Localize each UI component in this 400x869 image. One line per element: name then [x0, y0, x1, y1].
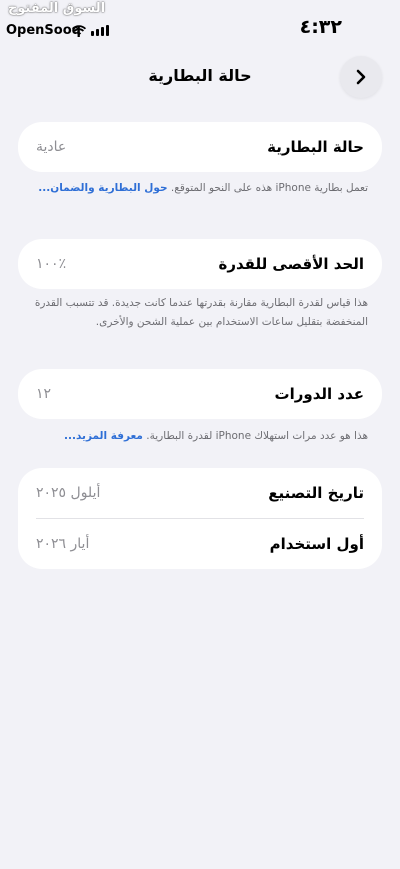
manufacture-date-value: أيلول ٢٠٢٥ [36, 485, 101, 501]
manufacture-date-row: تاريخ التصنيع أيلول ٢٠٢٥ [18, 468, 382, 518]
max-capacity-value: ٪١٠٠ [36, 256, 67, 272]
battery-dates-card: تاريخ التصنيع أيلول ٢٠٢٥ أول استخدام أيا… [18, 468, 382, 569]
navigation-bar: حالة البطارية [0, 52, 400, 100]
watermark-logo: OpenSooq [6, 23, 81, 38]
battery-health-description: تعمل بطارية iPhone هذه على النحو المتوقع… [170, 182, 368, 194]
battery-health-value: عادية [36, 139, 67, 155]
cycle-count-description: هذا هو عدد مرات استهلاك iPhone لقدرة الب… [146, 430, 368, 442]
max-capacity-row: الحد الأقصى للقدرة ٪١٠٠ [18, 239, 382, 289]
status-bar: ٤:٣٢ السوق المفتوح OpenSooq [0, 0, 400, 44]
battery-warranty-link[interactable]: حول البطارية والضمان... [38, 182, 167, 194]
max-capacity-card: الحد الأقصى للقدرة ٪١٠٠ [18, 239, 382, 289]
signal-icon [91, 25, 109, 36]
cycle-count-card: عدد الدورات ١٢ [18, 369, 382, 419]
page-title: حالة البطارية [148, 66, 252, 85]
battery-health-card: حالة البطارية عادية [18, 122, 382, 172]
cycle-count-value: ١٢ [36, 386, 52, 402]
battery-health-row: حالة البطارية عادية [18, 122, 382, 172]
cycle-count-label: عدد الدورات [274, 385, 364, 403]
wifi-icon [72, 25, 86, 36]
first-use-value: أيار ٢٠٢٦ [36, 536, 90, 552]
max-capacity-note: هذا قياس لقدرة البطارية مقارنة بقدرتها ع… [34, 297, 368, 328]
cycle-count-note: هذا هو عدد مرات استهلاك iPhone لقدرة الب… [30, 427, 368, 446]
first-use-row: أول استخدام أيار ٢٠٢٦ [18, 519, 382, 569]
cycle-count-row: عدد الدورات ١٢ [18, 369, 382, 419]
status-time: ٤:٣٢ [299, 16, 342, 38]
watermark-arabic: السوق المفتوح [8, 1, 106, 16]
manufacture-date-label: تاريخ التصنيع [268, 484, 364, 502]
learn-more-link[interactable]: معرفة المزيد... [64, 430, 143, 442]
status-icons [72, 25, 109, 36]
battery-health-label: حالة البطارية [267, 138, 364, 156]
first-use-label: أول استخدام [269, 535, 364, 553]
battery-health-note: تعمل بطارية iPhone هذه على النحو المتوقع… [30, 179, 368, 198]
max-capacity-label: الحد الأقصى للقدرة [218, 255, 365, 273]
